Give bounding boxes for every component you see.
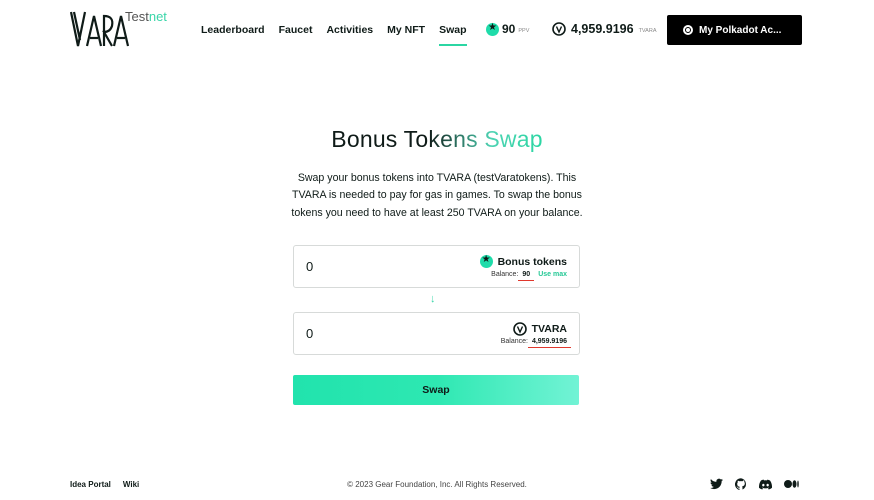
account-button[interactable]: My Polkadot Ac... <box>667 15 802 45</box>
vara-icon <box>552 22 566 36</box>
bonus-token: Bonus tokens <box>479 254 567 268</box>
ppv-balance: 90 PPV <box>486 22 529 36</box>
nav-leaderboard[interactable]: Leaderboard <box>201 24 265 40</box>
tvara-amount-input[interactable] <box>306 326 426 341</box>
star-icon <box>479 254 493 268</box>
tvara-balance: 4,959.9196 TVARA <box>552 22 657 36</box>
twitter-icon[interactable] <box>710 478 723 490</box>
tvara-unit: TVARA <box>638 27 657 34</box>
tvara-balance-value: 4,959.9196 <box>531 338 567 345</box>
bonus-balance-value: 90 <box>522 271 531 278</box>
arrow-down-icon: ↓ <box>430 293 436 305</box>
to-field: TVARA Balance:4,959.9196 <box>293 312 580 355</box>
page-title: Bonus Tokens Swap <box>331 126 543 152</box>
nav-swap[interactable]: Swap <box>439 24 467 46</box>
vara-icon <box>512 322 527 336</box>
swap-description: Swap your bonus tokens into TVARA (testV… <box>291 172 583 219</box>
swap-button[interactable]: Swap <box>293 375 579 405</box>
ppv-value: 90 <box>502 22 516 36</box>
header: Testnet Leaderboard Faucet Activities My… <box>0 0 874 60</box>
github-icon[interactable] <box>735 478 747 490</box>
tvara-token-label: TVARA <box>531 323 567 335</box>
vara-logo[interactable] <box>70 10 130 50</box>
nav-faucet[interactable]: Faucet <box>279 24 313 40</box>
bonus-amount-input[interactable] <box>306 259 426 274</box>
from-field: Bonus tokens Balance:90Use max <box>293 245 580 288</box>
nav-activities[interactable]: Activities <box>326 24 373 40</box>
star-icon <box>486 22 499 36</box>
bonus-balance: Balance: 90 Use max <box>491 271 567 278</box>
use-max-button[interactable]: Use max <box>538 271 567 278</box>
main-nav: Leaderboard Faucet Activities My NFT Swa… <box>201 24 481 46</box>
polkadot-icon <box>683 25 693 35</box>
testnet-tag: Testnet <box>125 9 167 24</box>
medium-icon[interactable] <box>784 479 799 489</box>
account-label: My Polkadot Ac... <box>699 24 782 36</box>
social-links <box>710 478 799 490</box>
ppv-unit: PPV <box>518 27 530 34</box>
nav-my-nft[interactable]: My NFT <box>387 24 425 40</box>
bonus-token-label: Bonus tokens <box>497 255 567 268</box>
tvara-token: TVARA <box>512 322 567 336</box>
discord-icon[interactable] <box>759 479 772 490</box>
tvara-field-balance: Balance: 4,959.9196 <box>500 338 567 345</box>
tvara-value: 4,959.9196 <box>571 22 634 36</box>
